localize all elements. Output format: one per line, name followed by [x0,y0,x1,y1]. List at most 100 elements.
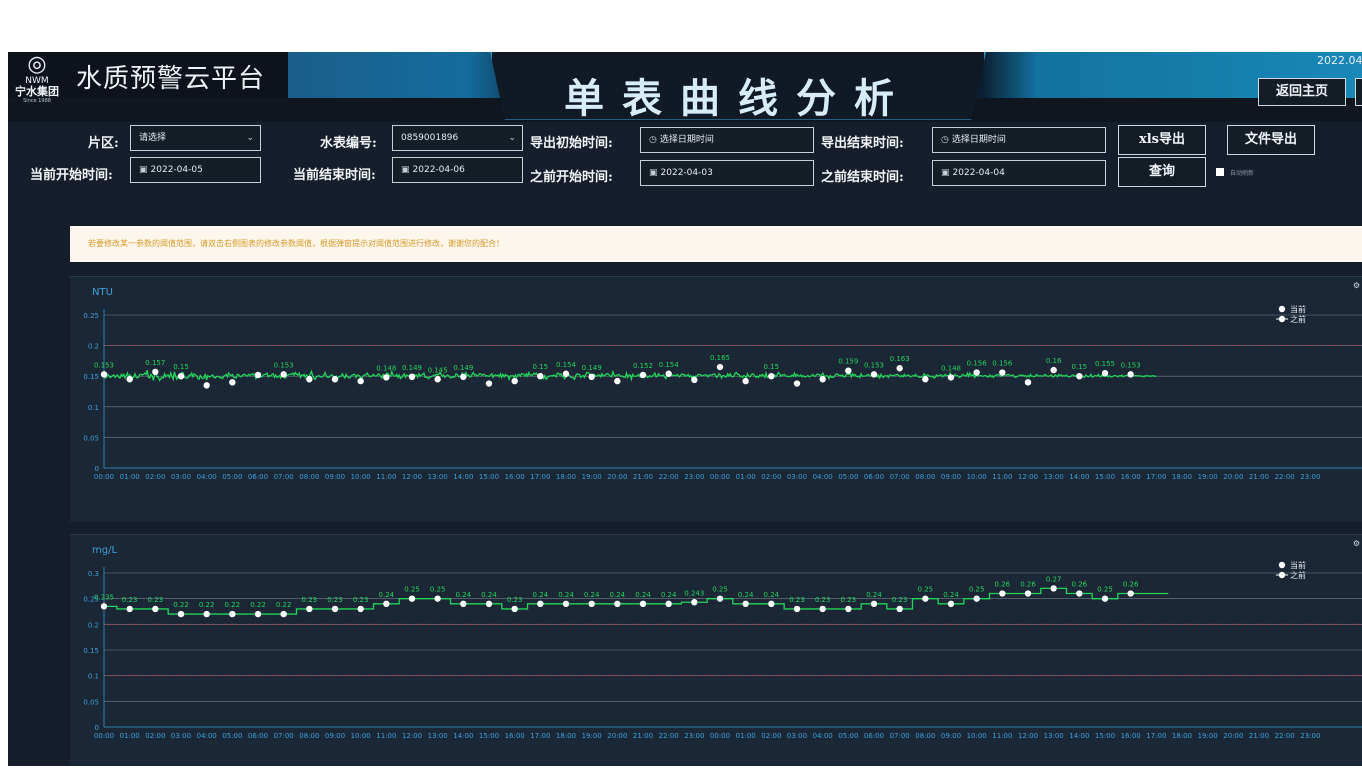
chlorine-data-label: 0.24 [481,591,497,599]
chlorine-data-label: 0.243 [684,589,704,597]
chlorine-x-tick: 00:00 [94,732,114,740]
chlorine-x-tick: 21:00 [1249,732,1269,740]
chlorine-data-point [537,600,544,607]
ntu-legend-current-marker [1278,305,1286,313]
logo-since: Since 1988 [23,98,51,104]
ntu-data-point [614,377,621,385]
ntu-x-tick: 20:00 [607,473,627,481]
ntu-data-label: 0.148 [941,364,961,372]
ntu-x-tick: 02:00 [145,473,165,481]
chlorine-data-point [665,600,672,607]
chlorine-x-tick: 15:00 [479,732,499,740]
chlorine-data-label: 0.25 [918,586,934,594]
chlorine-x-tick: 07:00 [274,732,294,740]
chlorine-data-label: 0.25 [969,586,985,594]
chlorine-data-label: 0.26 [995,581,1011,589]
chlorine-data-point [639,600,647,607]
area-label: 片区: [88,136,119,151]
ntu-x-tick: 06:00 [864,473,884,481]
ntu-data-label: 0.148 [376,364,396,372]
ntu-x-tick: 19:00 [1198,473,1218,481]
ntu-y-tick: 0.25 [83,312,99,320]
ntu-data-label: 0.15 [173,363,189,371]
ntu-x-tick: 13:00 [1044,473,1064,481]
chlorine-x-tick: 15:00 [1095,732,1115,740]
clock-icon: ◷ [649,135,657,145]
export-start-picker[interactable]: ◷ 选择日期时间 [640,127,814,153]
chlorine-x-tick: 12:00 [402,732,422,740]
ntu-x-tick: 01:00 [120,473,140,481]
notice-banner: 若要修改某一参数的阈值范围，请双击右侧图表的修改参数阈值，根据弹窗提示对阈值范围… [70,226,1362,262]
chlorine-data-point [203,610,210,618]
chlorine-x-tick: 12:00 [1018,732,1038,740]
current-start-label: 当前开始时间: [30,168,113,183]
query-button[interactable]: 查询 [1118,157,1206,187]
ntu-data-point [896,365,903,372]
ntu-x-tick: 12:00 [402,473,422,481]
previous-end-label: 之前结束时间: [821,170,904,185]
header-extra-button[interactable] [1355,78,1362,106]
chlorine-data-point [229,610,236,618]
company-logo: ◎ NWM 宁水集团 Since 1988 [12,54,62,114]
chlorine-data-label: 0.24 [610,591,626,599]
ntu-line-chart[interactable]: 0 0.05 0.1 0.15 0.2 0.25 00:00 01:00 02:00 03:00 0… [70,277,1362,523]
ntu-legend-current: 当前 [1290,304,1306,314]
chlorine-x-tick: 16:00 [505,732,525,740]
ntu-data-point [1076,373,1083,380]
area-select[interactable]: 请选择 ⌄ [130,125,261,151]
ntu-data-point [691,376,698,384]
chlorine-data-label: 0.26 [1072,581,1088,589]
auto-refresh-checkbox[interactable] [1216,168,1224,176]
calendar-icon: ▣ [139,165,148,175]
ntu-y-tick: 0.2 [88,343,99,351]
ntu-x-tick: 02:00 [761,473,781,481]
ntu-data-point [819,376,826,383]
ntu-data-point [1024,379,1032,386]
chlorine-data-label: 0.23 [327,596,343,604]
chlorine-x-tick: 04:00 [813,732,833,740]
previous-end-picker[interactable]: ▣ 2022-04-04 [932,160,1106,186]
chlorine-line-chart[interactable]: 0 0.05 0.1 0.15 0.2 0.25 0.3 00:00 01:00 02:00 03:… [70,535,1362,766]
chlorine-x-tick: 23:00 [1300,732,1320,740]
ntu-data-label: 0.16 [1046,357,1062,365]
chlorine-data-label: 0.23 [353,596,369,604]
ntu-x-tick: 03:00 [171,473,191,481]
platform-name: 水质预警云平台 [76,64,266,94]
xls-export-button[interactable]: xls导出 [1118,125,1206,155]
chlorine-x-tick: 04:00 [197,732,217,740]
ntu-data-point [1127,371,1134,378]
ntu-x-tick: 05:00 [222,473,242,481]
chlorine-data-label: 0.24 [943,591,959,599]
ntu-x-tick: 10:00 [967,473,987,481]
ntu-data-label: 0.149 [453,364,473,372]
chlorine-data-point [947,600,955,607]
ntu-data-label: 0.15 [1072,363,1088,371]
export-end-picker[interactable]: ◷ 选择日期时间 [932,127,1106,153]
chlorine-data-label: 0.23 [892,596,908,604]
chlorine-data-label: 0.23 [815,596,831,604]
ntu-x-tick: 17:00 [1146,473,1166,481]
ntu-data-label: 0.156 [992,360,1013,368]
ntu-data-point [562,370,570,377]
previous-start-label: 之前开始时间: [530,170,613,185]
file-export-button[interactable]: 文件导出 [1227,125,1315,155]
ntu-data-point [357,377,364,385]
ntu-x-tick: 22:00 [659,473,679,481]
chlorine-data-label: 0.25 [404,586,420,594]
ntu-data-point [588,373,595,381]
chlorine-data-point [1127,590,1134,597]
ntu-data-point [639,371,647,379]
previous-start-picker[interactable]: ▣ 2022-04-03 [640,160,814,186]
current-end-picker[interactable]: ▣ 2022-04-06 [392,157,523,183]
meter-select[interactable]: 0859001896 ⌄ [392,125,523,151]
back-home-button[interactable]: 返回主页 [1258,78,1346,106]
chlorine-x-tick: 03:00 [171,732,191,740]
ntu-data-point [1050,366,1057,374]
chlorine-x-tick: 20:00 [607,732,627,740]
chlorine-data-label: 0.23 [507,596,523,604]
current-start-picker[interactable]: ▣ 2022-04-05 [130,157,261,183]
chlorine-x-tick: 02:00 [145,732,165,740]
current-end-label: 当前结束时间: [293,168,376,183]
chlorine-data-point [768,600,775,607]
ntu-x-tick: 08:00 [299,473,319,481]
